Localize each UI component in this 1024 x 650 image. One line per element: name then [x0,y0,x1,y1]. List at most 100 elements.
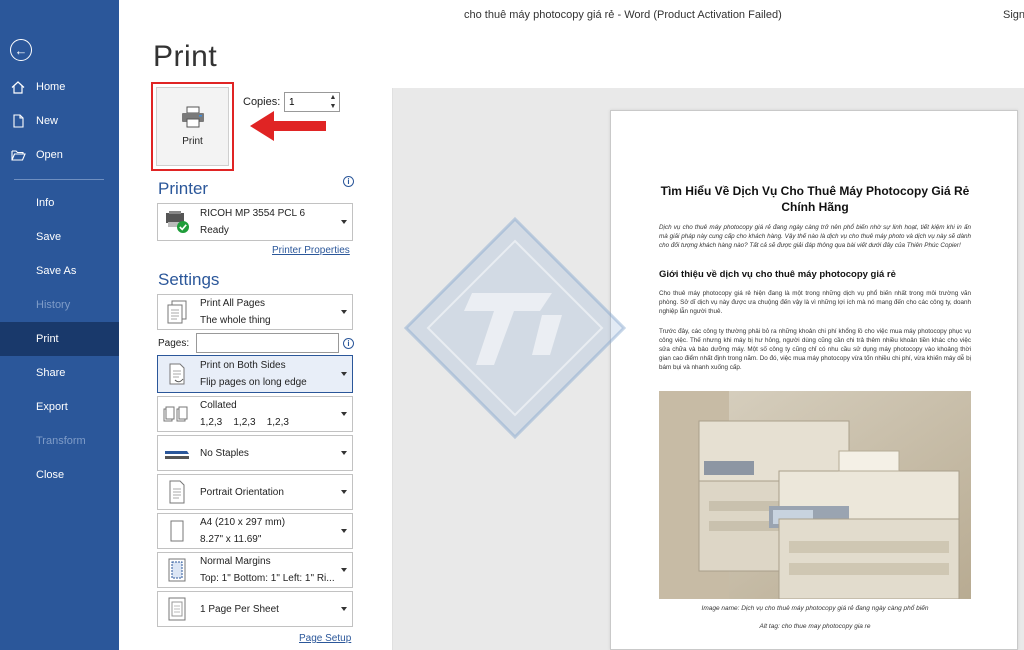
title-bar: cho thuê máy photocopy giá rẻ - Word (Pr… [119,0,1024,32]
option-line2: The whole thing [200,315,271,326]
option-line2: Flip pages on long edge [200,377,307,388]
print-button[interactable]: Print [156,87,229,166]
sidebar-item-new[interactable]: New [0,104,119,138]
image-caption: Image name: Dịch vụ cho thuê máy photoco… [701,605,929,612]
doc-paragraph: Trước đây, các công ty thường phải bỏ ra… [659,328,971,371]
chevron-down-icon [341,310,347,314]
chevron-down-icon [341,529,347,533]
chevron-down-icon [341,490,347,494]
sidebar-item-share[interactable]: Share [0,356,119,390]
sidebar-item-open[interactable]: Open [0,138,119,172]
pages-label: Pages: [158,338,190,349]
option-line1: Normal Margins [200,556,271,567]
doc-intro: Dịch vụ cho thuê máy photocopy giá rẻ đa… [659,224,971,249]
sidebar-item-label: Transform [36,435,86,447]
new-document-icon [0,114,36,128]
info-icon[interactable]: i [343,338,354,349]
collated-pages-icon [162,401,192,427]
printer-status: Ready [200,225,229,236]
option-line1: A4 (210 x 297 mm) [200,517,286,528]
folder-open-icon [0,149,36,161]
sidebar-item-label: New [36,115,59,127]
option-line1: Portrait Orientation [200,486,284,498]
print-preview-page[interactable]: Tìm Hiểu Về Dịch Vụ Cho Thuê Máy Photoco… [610,110,1018,650]
paper-size-select[interactable]: A4 (210 x 297 mm) 8.27" x 11.69" [157,513,353,549]
copies-label: Copies: [243,96,281,108]
option-line2: 1,2,3 1,2,3 1,2,3 [200,417,289,428]
sidebar-item-label: Print [36,333,59,345]
photocopier-photo [659,391,971,599]
margins-select[interactable]: Normal Margins Top: 1" Bottom: 1" Left: … [157,552,353,588]
portrait-page-icon [162,479,192,505]
chevron-down-icon [341,412,347,416]
option-line1: Print All Pages [200,298,266,309]
sidebar-item-label: Info [36,197,55,209]
sidebar-item-info[interactable]: Info [0,186,119,220]
page-title: Print [153,40,218,73]
sidebar-item-transform: Transform [0,424,119,458]
print-range-select[interactable]: Print All Pages The whole thing [157,294,353,330]
sidebar-item-print[interactable]: Print [0,322,119,356]
printer-properties-link[interactable]: Printer Properties [272,245,350,256]
option-line2: Top: 1" Bottom: 1" Left: 1" Ri... [200,573,334,584]
option-line1: No Staples [200,447,249,459]
sidebar-item-home[interactable]: Home [0,70,119,104]
printer-name: RICOH MP 3554 PCL 6 [200,208,306,219]
sidebar-item-close[interactable]: Close [0,458,119,492]
collation-select[interactable]: Collated 1,2,3 1,2,3 1,2,3 [157,396,353,432]
pages-input[interactable] [196,333,339,353]
back-arrow-icon[interactable]: ← [10,39,32,61]
doc-title: Tìm Hiểu Về Dịch Vụ Cho Thuê Máy Photoco… [660,184,970,214]
sidebar-item-label: Close [36,469,65,481]
sidebar-item-save-as[interactable]: Save As [0,254,119,288]
sidebar-item-label: Save As [36,265,77,277]
sidebar-item-label: Open [36,149,63,161]
chevron-down-icon [341,220,347,224]
copies-spinner[interactable]: ▲ ▼ [327,93,339,111]
pages-stack-icon [162,299,192,325]
printer-section-title: Printer [158,179,209,198]
duplex-select[interactable]: Print on Both Sides Flip pages on long e… [157,355,353,393]
staple-select[interactable]: No Staples [157,435,353,471]
settings-section-title: Settings [158,270,220,289]
chevron-down-icon [341,372,347,376]
printer-icon [181,106,204,128]
sidebar-item-label: Save [36,231,62,243]
sidebar-item-export[interactable]: Export [0,390,119,424]
pages-per-sheet-select[interactable]: 1 Page Per Sheet [157,591,353,627]
paper-size-icon [162,518,192,544]
sign-in-link[interactable]: Sign [1003,9,1024,21]
backstage-sidebar: ← Home New Open Info Save Save As Histor… [0,0,119,650]
orientation-select[interactable]: Portrait Orientation [157,474,353,510]
image-alt-caption: Alt tag: cho thue may photocopy gia re [759,623,871,630]
printer-select[interactable]: RICOH MP 3554 PCL 6 Ready [157,203,353,241]
duplex-print-icon [162,361,192,387]
chevron-down-icon [341,607,347,611]
page-setup-link[interactable]: Page Setup [299,633,351,644]
sidebar-item-history: History [0,288,119,322]
info-icon[interactable]: i [343,176,354,187]
sidebar-divider [14,179,104,180]
printer-ready-icon [162,209,192,235]
option-line1: Collated [200,400,237,411]
sidebar-item-save[interactable]: Save [0,220,119,254]
stapler-icon [162,440,192,466]
sidebar-item-label: Share [36,367,66,379]
spin-down-icon[interactable]: ▼ [327,102,339,111]
window-title: cho thuê máy photocopy giá rẻ - Word (Pr… [464,9,782,21]
chevron-down-icon [341,568,347,572]
option-line1: Print on Both Sides [200,360,286,371]
option-line1: 1 Page Per Sheet [200,603,279,615]
margins-icon [162,557,192,583]
sidebar-item-label: Export [36,401,68,413]
print-button-label: Print [182,136,203,147]
sidebar-item-label: History [36,299,71,311]
logo-watermark [403,216,627,440]
spin-up-icon[interactable]: ▲ [327,93,339,102]
doc-heading2: Giới thiệu về dịch vụ cho thuê máy photo… [659,269,896,280]
home-icon [0,80,36,94]
chevron-down-icon [341,451,347,455]
sidebar-item-label: Home [36,81,66,93]
doc-paragraph: Cho thuê máy photocopy giá rẻ hiện đang … [659,290,971,315]
page-per-sheet-icon [162,596,192,622]
